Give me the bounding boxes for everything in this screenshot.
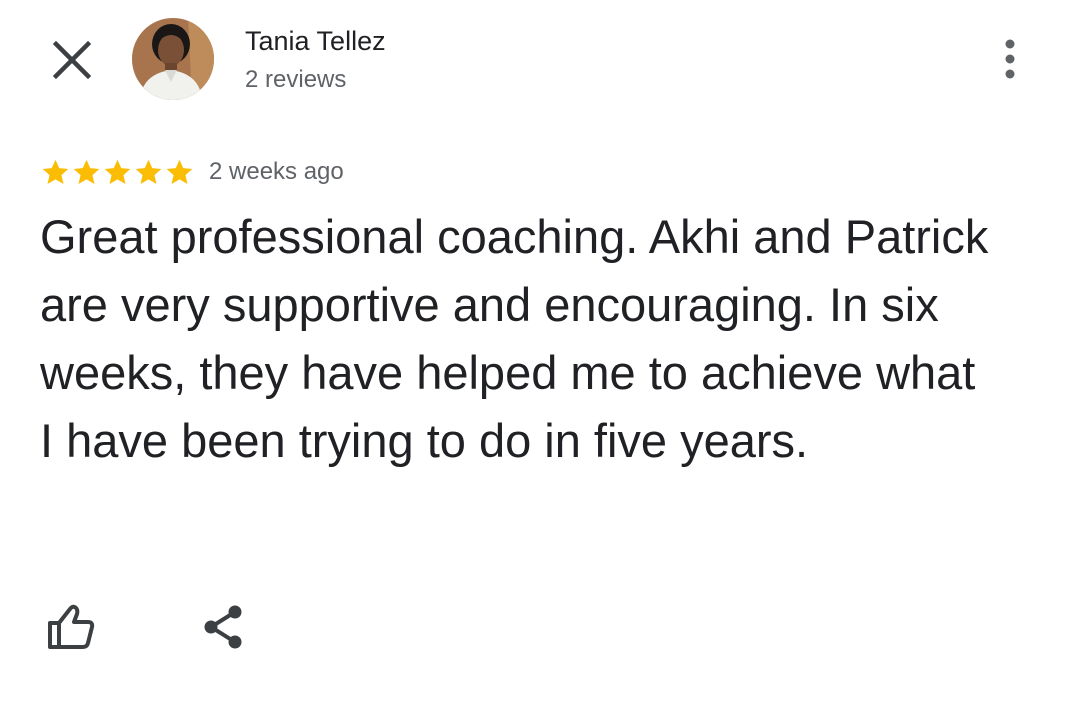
close-button[interactable]: [46, 34, 98, 86]
star-icon: [166, 159, 193, 184]
star-icon: [73, 159, 100, 184]
like-button[interactable]: [40, 598, 102, 654]
review-text: Great professional coaching. Akhi and Pa…: [40, 210, 989, 467]
review-count: 2 reviews: [245, 66, 347, 93]
share-button[interactable]: [196, 600, 250, 654]
review-date: 2 weeks ago: [209, 158, 344, 185]
star-icon: [42, 159, 69, 184]
star-rating: [40, 157, 195, 188]
rating-row: 2 weeks ago: [40, 155, 344, 189]
more-vert-icon: [1005, 39, 1015, 79]
profile-photo: [132, 18, 214, 100]
star-icon: [104, 159, 131, 184]
more-options-button[interactable]: [990, 36, 1030, 82]
share-icon: [204, 605, 242, 649]
close-icon: [52, 40, 92, 80]
reviewer-name[interactable]: Tania Tellez: [245, 26, 386, 57]
avatar[interactable]: [132, 18, 214, 100]
thumb-up-icon: [48, 604, 95, 649]
star-icon: [135, 159, 162, 184]
